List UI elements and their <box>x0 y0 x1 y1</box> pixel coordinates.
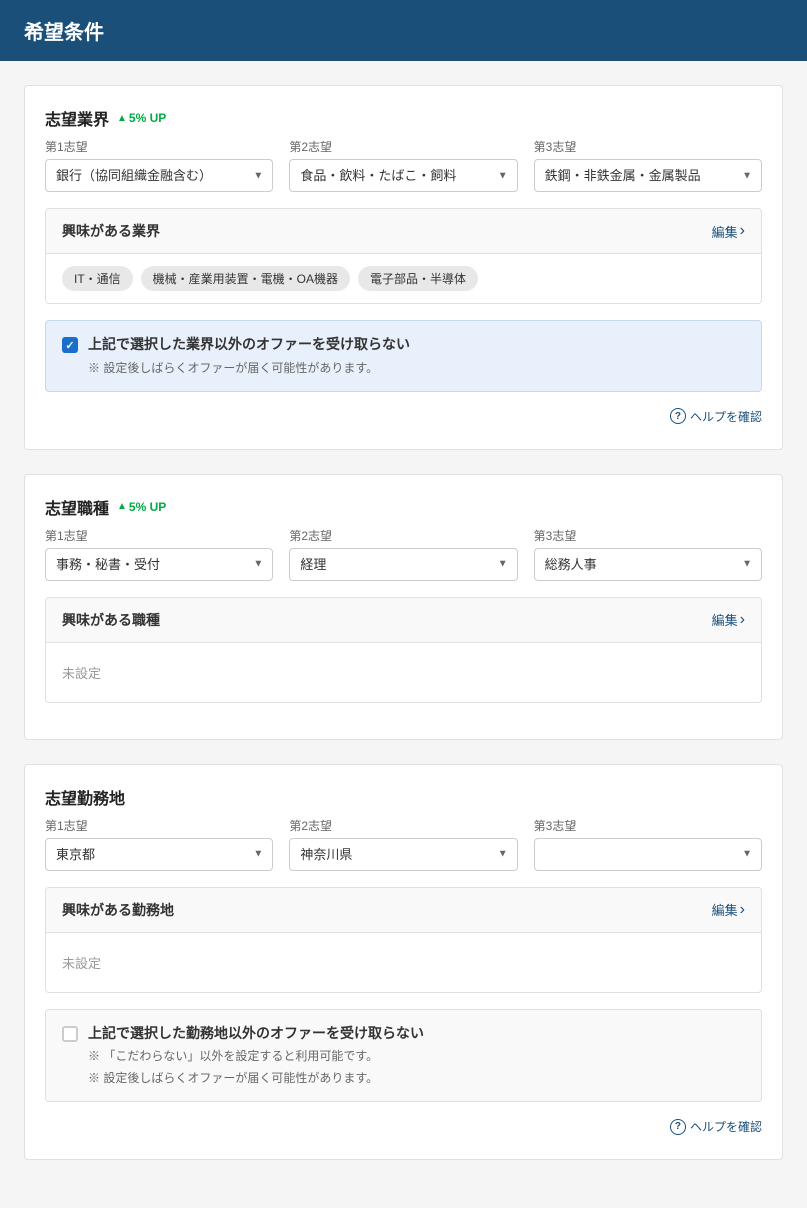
industry-section: 志望業界 5% UP 第1志望 銀行（協同組織金融含む） 第2志望 <box>24 85 783 450</box>
location-checkbox-note1: ※ 「こだわらない」以外を設定すると利用可能です。 <box>88 1047 424 1065</box>
industry-edit-link[interactable]: 編集 <box>712 222 745 241</box>
industry-badge: 5% UP <box>117 111 166 125</box>
location-section: 志望勤務地 第1志望 東京都 第2志望 神奈川県 <box>24 764 783 1161</box>
location-second-choice-select[interactable]: 神奈川県 <box>289 838 517 871</box>
job-first-choice-wrapper[interactable]: 事務・秘書・受付 <box>45 548 273 581</box>
industry-second-choice-wrapper[interactable]: 食品・飲料・たばこ・飼料 <box>289 159 517 192</box>
job-second-choice-field: 第2志望 経理 <box>289 527 517 581</box>
location-first-choice-label: 第1志望 <box>45 817 273 834</box>
industry-checkbox-label: 上記で選択した業界以外のオファーを受け取らない <box>88 335 410 355</box>
location-checkbox-row: 上記で選択した勤務地以外のオファーを受け取らない ※ 「こだわらない」以外を設定… <box>62 1024 745 1088</box>
location-checkbox-label: 上記で選択した勤務地以外のオファーを受け取らない <box>88 1024 424 1044</box>
location-second-choice-wrapper[interactable]: 神奈川県 <box>289 838 517 871</box>
location-second-choice-field: 第2志望 神奈川県 <box>289 817 517 871</box>
industry-help-link[interactable]: ? ヘルプを確認 <box>45 400 762 429</box>
industry-first-choice-label: 第1志望 <box>45 138 273 155</box>
industry-checkbox-content: 上記で選択した業界以外のオファーを受け取らない ※ 設定後しばらくオファーが届く… <box>88 335 410 377</box>
industry-interest-box: 興味がある業界 編集 IT・通信 機械・産業用装置・電機・OA機器 電子部品・半… <box>45 208 762 304</box>
job-first-choice-field: 第1志望 事務・秘書・受付 <box>45 527 273 581</box>
location-help-text: ヘルプを確認 <box>690 1118 762 1135</box>
job-section-body: 第1志望 事務・秘書・受付 第2志望 経理 <box>25 527 782 739</box>
location-unset-container: 未設定 <box>46 933 761 992</box>
job-first-choice-select[interactable]: 事務・秘書・受付 <box>45 548 273 581</box>
job-second-choice-label: 第2志望 <box>289 527 517 544</box>
industry-section-body: 第1志望 銀行（協同組織金融含む） 第2志望 食品・飲料・たばこ・飼料 <box>25 138 782 449</box>
location-third-choice-field: 第3志望 <box>534 817 762 871</box>
job-third-choice-field: 第3志望 総務人事 <box>534 527 762 581</box>
page-header: 希望条件 <box>0 0 807 61</box>
industry-checkbox[interactable] <box>62 337 78 353</box>
location-section-title: 志望勤務地 <box>45 785 125 809</box>
job-first-choice-label: 第1志望 <box>45 527 273 544</box>
job-interest-box-header: 興味がある職種 編集 <box>46 598 761 643</box>
industry-section-header: 志望業界 5% UP <box>25 86 782 138</box>
industry-first-choice-wrapper[interactable]: 銀行（協同組織金融含む） <box>45 159 273 192</box>
industry-tag-0: IT・通信 <box>62 266 133 291</box>
industry-third-choice-field: 第3志望 鉄鋼・非鉄金属・金属製品 <box>534 138 762 192</box>
industry-first-choice-field: 第1志望 銀行（協同組織金融含む） <box>45 138 273 192</box>
industry-section-title: 志望業界 <box>45 106 109 130</box>
job-third-choice-label: 第3志望 <box>534 527 762 544</box>
job-third-choice-wrapper[interactable]: 総務人事 <box>534 548 762 581</box>
location-third-choice-label: 第3志望 <box>534 817 762 834</box>
job-section-header: 志望職種 5% UP <box>25 475 782 527</box>
industry-choice-row: 第1志望 銀行（協同組織金融含む） 第2志望 食品・飲料・たばこ・飼料 <box>45 138 762 192</box>
job-second-choice-select[interactable]: 経理 <box>289 548 517 581</box>
industry-checkbox-note: ※ 設定後しばらくオファーが届く可能性があります。 <box>88 359 410 377</box>
industry-help-text: ヘルプを確認 <box>690 408 762 425</box>
job-interest-box-title: 興味がある職種 <box>62 610 160 630</box>
location-section-body: 第1志望 東京都 第2志望 神奈川県 第 <box>25 817 782 1160</box>
industry-checkbox-row: 上記で選択した業界以外のオファーを受け取らない ※ 設定後しばらくオファーが届く… <box>62 335 745 377</box>
industry-third-choice-select[interactable]: 鉄鋼・非鉄金属・金属製品 <box>534 159 762 192</box>
job-unset-text: 未設定 <box>62 655 101 690</box>
location-help-link[interactable]: ? ヘルプを確認 <box>45 1110 762 1139</box>
industry-first-choice-select[interactable]: 銀行（協同組織金融含む） <box>45 159 273 192</box>
location-section-header: 志望勤務地 <box>25 765 782 817</box>
industry-second-choice-label: 第2志望 <box>289 138 517 155</box>
job-unset-container: 未設定 <box>46 643 761 702</box>
location-interest-box: 興味がある勤務地 編集 未設定 <box>45 887 762 993</box>
location-third-choice-select[interactable] <box>534 838 762 871</box>
job-choice-row: 第1志望 事務・秘書・受付 第2志望 経理 <box>45 527 762 581</box>
location-edit-link[interactable]: 編集 <box>712 900 745 919</box>
industry-checkbox-block: 上記で選択した業界以外のオファーを受け取らない ※ 設定後しばらくオファーが届く… <box>45 320 762 392</box>
industry-tags-container: IT・通信 機械・産業用装置・電機・OA機器 電子部品・半導体 <box>46 254 761 303</box>
job-edit-link[interactable]: 編集 <box>712 610 745 629</box>
location-first-choice-wrapper[interactable]: 東京都 <box>45 838 273 871</box>
location-choice-row: 第1志望 東京都 第2志望 神奈川県 第 <box>45 817 762 871</box>
location-unset-text: 未設定 <box>62 945 101 980</box>
location-third-choice-wrapper[interactable] <box>534 838 762 871</box>
location-checkbox-content: 上記で選択した勤務地以外のオファーを受け取らない ※ 「こだわらない」以外を設定… <box>88 1024 424 1088</box>
job-third-choice-select[interactable]: 総務人事 <box>534 548 762 581</box>
location-interest-box-header: 興味がある勤務地 編集 <box>46 888 761 933</box>
location-checkbox-note2: ※ 設定後しばらくオファーが届く可能性があります。 <box>88 1069 424 1087</box>
job-interest-box: 興味がある職種 編集 未設定 <box>45 597 762 703</box>
industry-third-choice-label: 第3志望 <box>534 138 762 155</box>
industry-tag-2: 電子部品・半導体 <box>358 266 478 291</box>
page-title: 希望条件 <box>24 16 783 45</box>
industry-interest-box-title: 興味がある業界 <box>62 221 160 241</box>
industry-third-choice-wrapper[interactable]: 鉄鋼・非鉄金属・金属製品 <box>534 159 762 192</box>
location-checkbox-block: 上記で選択した勤務地以外のオファーを受け取らない ※ 「こだわらない」以外を設定… <box>45 1009 762 1103</box>
industry-interest-box-header: 興味がある業界 編集 <box>46 209 761 254</box>
job-badge: 5% UP <box>117 500 166 514</box>
location-first-choice-select[interactable]: 東京都 <box>45 838 273 871</box>
location-help-icon: ? <box>670 1119 686 1135</box>
location-first-choice-field: 第1志望 東京都 <box>45 817 273 871</box>
location-second-choice-label: 第2志望 <box>289 817 517 834</box>
industry-second-choice-select[interactable]: 食品・飲料・たばこ・飼料 <box>289 159 517 192</box>
industry-help-icon: ? <box>670 408 686 424</box>
job-section-title: 志望職種 <box>45 495 109 519</box>
industry-tag-1: 機械・産業用装置・電機・OA機器 <box>141 266 350 291</box>
job-second-choice-wrapper[interactable]: 経理 <box>289 548 517 581</box>
location-checkbox[interactable] <box>62 1026 78 1042</box>
location-interest-box-title: 興味がある勤務地 <box>62 900 174 920</box>
industry-second-choice-field: 第2志望 食品・飲料・たばこ・飼料 <box>289 138 517 192</box>
job-section: 志望職種 5% UP 第1志望 事務・秘書・受付 第2志望 <box>24 474 783 740</box>
